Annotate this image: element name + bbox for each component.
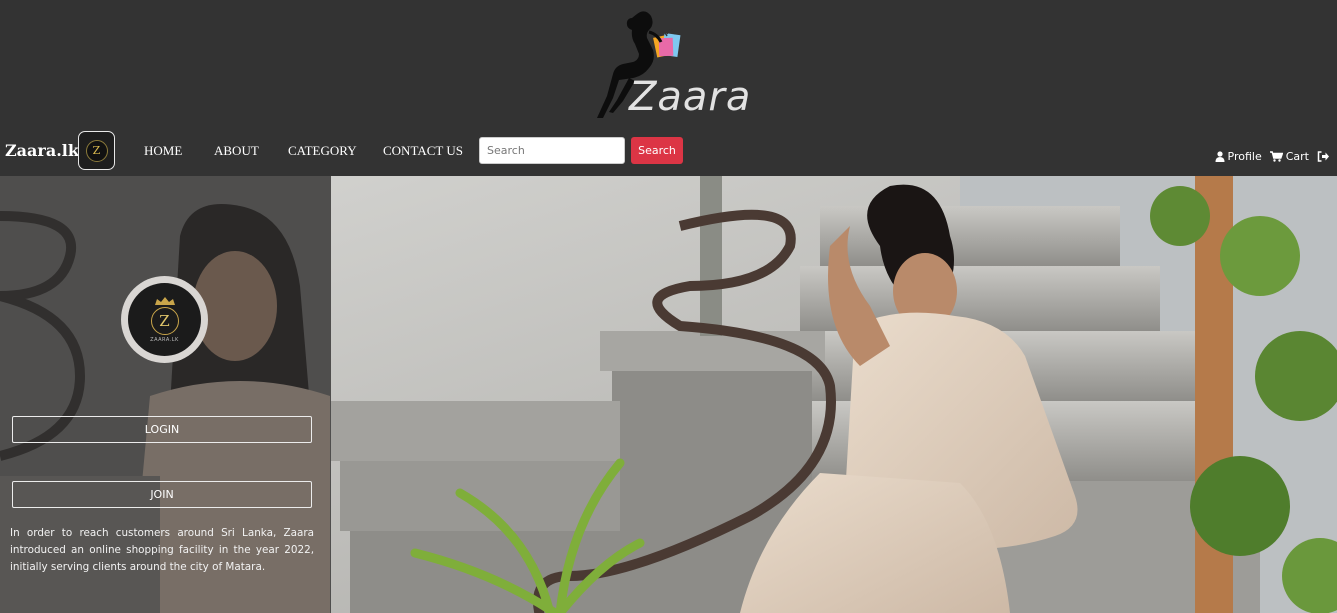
crown-icon (154, 296, 175, 305)
cart-icon (1269, 151, 1283, 162)
login-button[interactable]: LOGIN (12, 416, 312, 443)
profile-link[interactable]: Profile (1215, 150, 1262, 163)
site-logo[interactable]: Zaara (585, 8, 755, 120)
nav-category[interactable]: CATEGORY (288, 143, 357, 159)
nav-about[interactable]: ABOUT (214, 143, 259, 159)
brand-badge[interactable]: Z (78, 131, 115, 170)
user-icon (1215, 151, 1225, 162)
brand-badge-icon: Z (85, 139, 108, 162)
z-mark-icon: Z (150, 306, 179, 335)
panel-logo-caption: ZAARA.LK (150, 336, 179, 343)
cart-link[interactable]: Cart (1269, 150, 1309, 163)
search-button[interactable]: Search (631, 137, 683, 164)
profile-label: Profile (1227, 150, 1262, 163)
navbar: Zaara.lk Z HOME ABOUT CATEGORY CONTACT U… (0, 128, 1337, 176)
side-panel: Z ZAARA.LK LOGIN JOIN In order to reach … (0, 176, 331, 613)
cart-label: Cart (1285, 150, 1309, 163)
nav-user-actions: Profile Cart (1207, 150, 1329, 163)
nav-contact-us[interactable]: CONTACT US (383, 143, 463, 159)
search-input[interactable] (479, 137, 625, 164)
join-button[interactable]: JOIN (12, 481, 312, 508)
logout-link[interactable] (1317, 151, 1329, 162)
about-description: In order to reach customers around Sri L… (10, 527, 314, 573)
brand-name[interactable]: Zaara.lk (5, 141, 79, 160)
header-logo-area: Zaara (0, 0, 1337, 128)
logout-icon (1317, 151, 1329, 162)
logo-wordmark: Zaara (629, 74, 752, 120)
panel-logo: Z ZAARA.LK (121, 276, 208, 363)
panel-logo-badge: Z ZAARA.LK (128, 283, 201, 356)
nav-home[interactable]: HOME (144, 143, 182, 159)
hero-section: Z ZAARA.LK LOGIN JOIN In order to reach … (0, 176, 1337, 613)
